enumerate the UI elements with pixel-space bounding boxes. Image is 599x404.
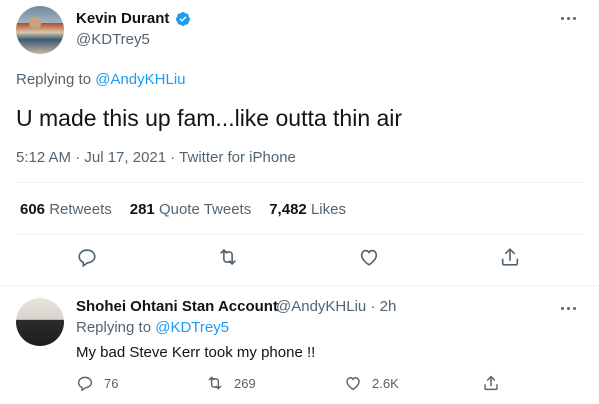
tweet-timestamp[interactable]: 5:12 AM · Jul 17, 2021 · Twitter for iPh… (16, 148, 296, 168)
like-icon[interactable] (358, 246, 382, 270)
divider (0, 285, 599, 286)
retweets-label: Retweets (49, 201, 112, 218)
quotes-label: Quote Tweets (158, 201, 252, 218)
divider (16, 234, 583, 235)
tweet-stats: 606 Retweets 281 Quote Tweets 7,482 Like… (20, 200, 346, 220)
reply-handle-time[interactable]: @AndyKHLiu · 2h (276, 297, 396, 317)
retweet-icon (208, 376, 222, 390)
author-name[interactable]: Kevin Durant (76, 9, 169, 29)
author-handle[interactable]: @KDTrey5 (76, 30, 150, 50)
share-icon[interactable] (499, 246, 523, 270)
retweet-button[interactable]: 269 (206, 374, 256, 392)
replying-to-link[interactable]: @KDTrey5 (155, 319, 229, 336)
replying-to-label: Replying to (76, 319, 156, 336)
replying-to-label: Replying to (16, 71, 96, 88)
more-options-icon[interactable] (561, 12, 581, 24)
reply-icon (77, 376, 93, 392)
replying-to: Replying to @AndyKHLiu (16, 70, 186, 90)
reply-actions: 76 269 2.6K (76, 374, 596, 394)
divider (16, 182, 583, 183)
quotes-stat[interactable]: 281 Quote Tweets (130, 200, 251, 220)
tweet-text: U made this up fam...like outta thin air (16, 105, 403, 131)
avatar[interactable] (16, 298, 64, 346)
retweet-count: 269 (234, 375, 256, 391)
replying-to-link[interactable]: @AndyKHLiu (95, 71, 185, 88)
verified-badge-icon (175, 12, 190, 26)
more-options-icon[interactable] (561, 302, 581, 314)
main-tweet: Kevin Durant @KDTrey5 Replying to @AndyK… (0, 0, 599, 290)
share-button[interactable] (482, 374, 500, 392)
retweet-icon[interactable] (217, 246, 241, 270)
replying-to: Replying to @KDTrey5 (76, 318, 229, 338)
share-icon (484, 375, 498, 391)
reply-icon[interactable] (76, 246, 100, 270)
like-button[interactable]: 2.6K (344, 374, 399, 392)
like-count: 2.6K (372, 375, 399, 391)
reply-author-name[interactable]: Shohei Ohtani Stan Account (76, 297, 278, 317)
avatar[interactable] (16, 6, 64, 54)
reply-tweet[interactable]: Shohei Ohtani Stan Account @AndyKHLiu · … (0, 290, 599, 404)
retweets-stat[interactable]: 606 Retweets (20, 200, 112, 220)
like-icon (346, 377, 360, 391)
likes-count: 7,482 (269, 201, 307, 218)
likes-stat[interactable]: 7,482 Likes (269, 200, 346, 220)
reply-count: 76 (104, 375, 119, 391)
reply-text: My bad Steve Kerr took my phone !! (76, 344, 316, 361)
quotes-count: 281 (129, 201, 155, 218)
retweets-count: 606 (20, 201, 46, 218)
reply-button[interactable]: 76 (76, 374, 118, 392)
likes-label: Likes (310, 201, 346, 218)
tweet-actions (0, 246, 599, 274)
